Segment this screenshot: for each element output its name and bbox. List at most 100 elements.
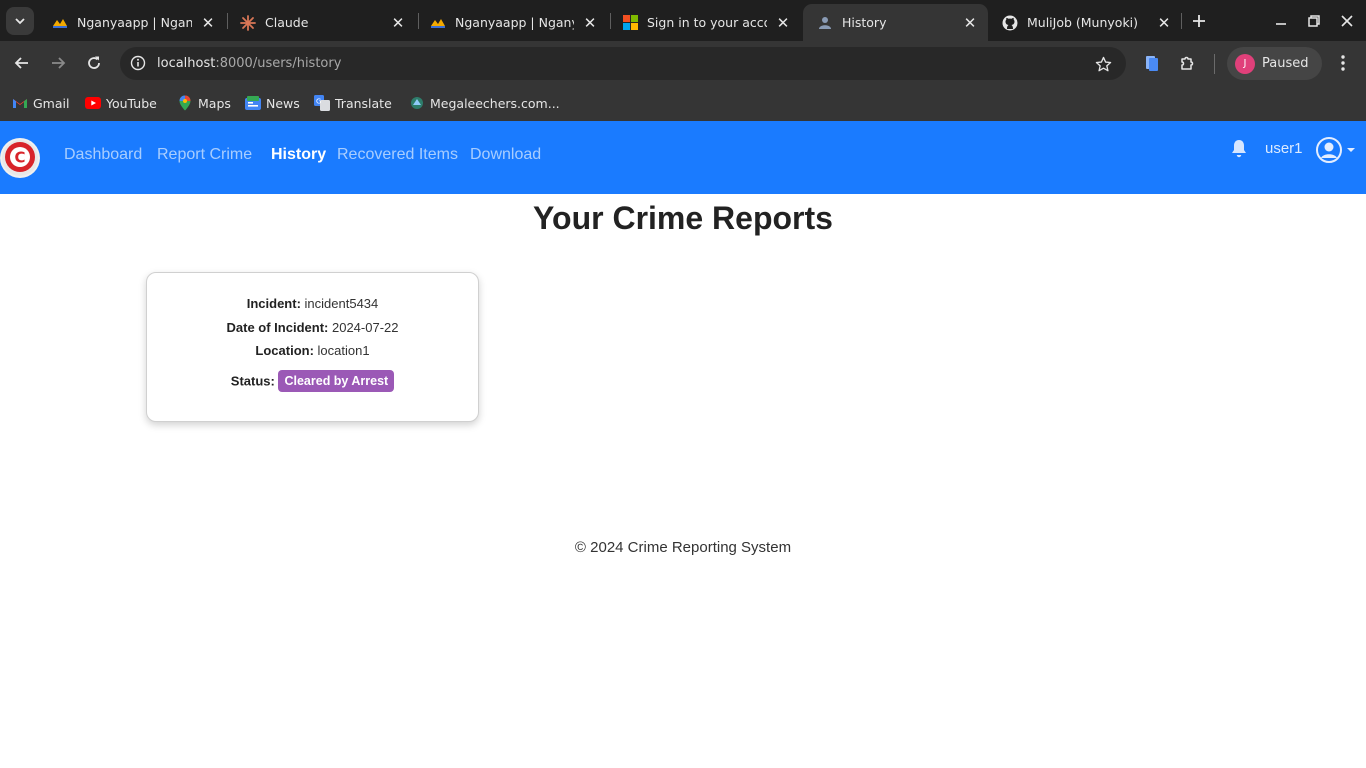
date-label: Date of Incident:: [226, 320, 329, 335]
browser-menu-button[interactable]: [1329, 49, 1357, 77]
caret-down-icon: [1347, 148, 1355, 152]
close-tab-icon[interactable]: ✕: [198, 13, 218, 33]
tab-search-button[interactable]: [6, 7, 34, 35]
site-info-icon[interactable]: [128, 53, 148, 73]
browser-tab[interactable]: Claude ✕: [226, 4, 416, 41]
svg-text:G: G: [316, 98, 321, 106]
site-logo[interactable]: C: [0, 138, 40, 178]
browser-tab[interactable]: MuliJob (Munyoki) ✕: [988, 4, 1182, 41]
location-value: location1: [317, 343, 370, 358]
location-row: Location: location1: [147, 343, 478, 358]
browser-tab[interactable]: Nganyaapp | Nganya ✕: [38, 4, 226, 41]
maps-icon: [177, 95, 193, 111]
date-row: Date of Incident: 2024-07-22: [147, 320, 478, 335]
user-circle-icon: [1316, 137, 1342, 163]
incident-row: Incident: incident5434: [147, 296, 478, 311]
nav-download[interactable]: Download: [470, 146, 541, 164]
bookmark-maps[interactable]: Maps: [177, 92, 231, 114]
bookmark-label: YouTube: [106, 95, 157, 111]
close-tab-icon[interactable]: ✕: [1154, 13, 1174, 33]
tab-strip: Nganyaapp | Nganya ✕ Claude ✕ Nganyaapp …: [0, 0, 1366, 41]
browser-tab[interactable]: Nganyaapp | Nganya ✕: [416, 4, 608, 41]
browser-tab-active[interactable]: History ✕: [803, 4, 988, 41]
bookmark-label: Translate: [335, 95, 392, 111]
page-title: Your Crime Reports: [533, 200, 833, 236]
status-badge: Cleared by Arrest: [278, 370, 395, 392]
chevron-down-icon: [15, 18, 25, 25]
incident-value: incident5434: [304, 296, 379, 311]
megaleechers-icon: [409, 95, 425, 111]
date-value: 2024-07-22: [331, 320, 399, 335]
url-host: localhost: [157, 56, 216, 71]
history-favicon-icon: [817, 15, 833, 31]
tab-title: Sign in to your accou: [647, 15, 767, 30]
translate-icon: G: [314, 95, 330, 111]
plus-icon: [1193, 15, 1205, 27]
site-navbar: C Dashboard Report Crime History Recover…: [0, 121, 1366, 194]
github-favicon-icon: [1002, 15, 1018, 31]
new-tab-button[interactable]: [1186, 8, 1212, 34]
bookmark-news[interactable]: News: [245, 92, 300, 114]
reload-button[interactable]: [80, 49, 108, 77]
bookmark-label: News: [266, 95, 300, 111]
close-tab-icon[interactable]: ✕: [388, 13, 408, 33]
nav-history[interactable]: History: [271, 146, 326, 164]
profile-status: Paused: [1262, 56, 1309, 71]
nganya-favicon-icon: [52, 15, 68, 31]
minimize-icon: [1276, 23, 1286, 25]
nganya-favicon-icon: [430, 15, 446, 31]
reading-list-button[interactable]: [1138, 49, 1166, 77]
tab-separator: [1181, 13, 1182, 29]
bookmark-label: Megaleechers.com...: [430, 95, 560, 111]
tab-title: Nganyaapp | Nganya: [455, 15, 574, 30]
browser-tab[interactable]: Sign in to your accou ✕: [608, 4, 801, 41]
avatar: J: [1235, 53, 1255, 74]
location-label: Location:: [255, 343, 314, 358]
nav-report-crime[interactable]: Report Crime: [157, 146, 252, 164]
tab-title: History: [842, 15, 887, 30]
url-text[interactable]: localhost:8000/users/history: [157, 56, 341, 71]
news-icon: [245, 95, 261, 111]
account-menu[interactable]: [1315, 136, 1357, 164]
bookmark-megaleechers[interactable]: Megaleechers.com...: [409, 92, 560, 114]
nav-dashboard[interactable]: Dashboard: [64, 146, 142, 164]
footer-copyright: © 2024 Crime Reporting System: [574, 539, 792, 556]
youtube-icon: [85, 95, 101, 111]
tab-title: Nganyaapp | Nganya: [77, 15, 192, 30]
bookmark-translate[interactable]: G Translate: [314, 92, 392, 114]
back-button[interactable]: [8, 49, 36, 77]
restore-button[interactable]: [1301, 8, 1327, 34]
status-row: Status: Cleared by Arrest: [147, 370, 478, 392]
restore-icon: [1308, 15, 1320, 27]
notifications-button[interactable]: [1228, 138, 1250, 160]
arrow-left-icon: [14, 57, 28, 69]
document-icon: [1146, 56, 1158, 71]
bookmark-label: Gmail: [33, 95, 70, 111]
extensions-button[interactable]: [1174, 49, 1202, 77]
close-window-button[interactable]: [1334, 8, 1360, 34]
close-icon: [1341, 15, 1353, 27]
gmail-icon: [12, 95, 28, 111]
reload-icon: [88, 56, 100, 69]
tab-title: MuliJob (Munyoki): [1027, 15, 1139, 30]
bookmark-star-icon[interactable]: [1092, 53, 1114, 75]
browser-toolbar: localhost:8000/users/history J Paused: [0, 41, 1366, 86]
close-tab-icon[interactable]: ✕: [960, 13, 980, 33]
bookmark-gmail[interactable]: Gmail: [12, 92, 69, 114]
kebab-menu-icon: [1341, 55, 1345, 71]
logo-letter: C: [14, 149, 25, 167]
incident-label: Incident:: [246, 296, 301, 311]
minimize-button[interactable]: [1268, 8, 1294, 34]
nav-recovered-items[interactable]: Recovered Items: [337, 146, 458, 164]
bookmark-label: Maps: [198, 95, 231, 111]
close-tab-icon[interactable]: ✕: [773, 13, 793, 33]
close-tab-icon[interactable]: ✕: [580, 13, 600, 33]
address-bar[interactable]: localhost:8000/users/history: [120, 47, 1126, 80]
status-label: Status:: [230, 373, 275, 389]
profile-button[interactable]: J Paused: [1227, 47, 1322, 80]
forward-button[interactable]: [44, 49, 72, 77]
arrow-right-icon: [52, 57, 66, 69]
url-path: :8000/users/history: [215, 56, 342, 71]
bookmark-youtube[interactable]: YouTube: [85, 92, 157, 114]
claude-favicon-icon: [240, 14, 256, 31]
